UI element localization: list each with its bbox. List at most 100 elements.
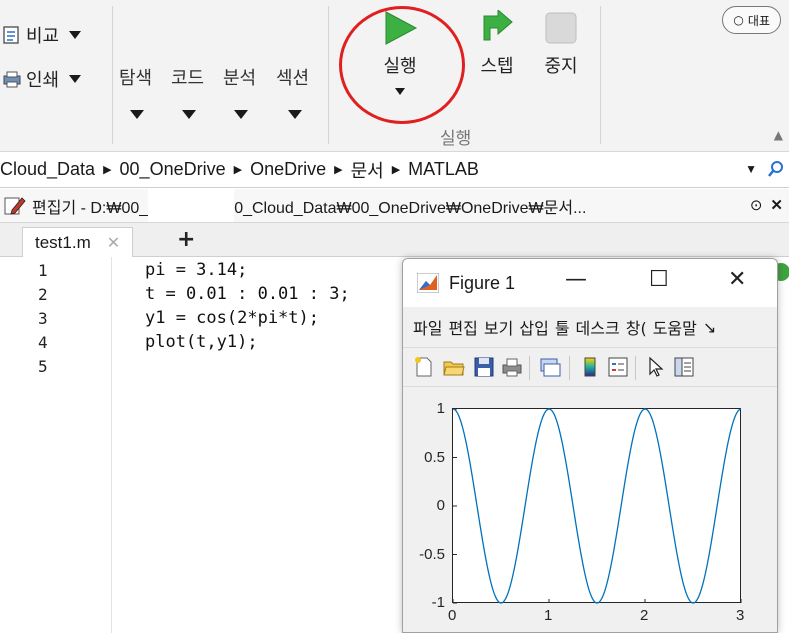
representative-toggle[interactable]: ○ 대표	[722, 6, 781, 34]
figure-window[interactable]: Figure 1 — ☐ ✕ 파일 편집 보기 삽입 툴 데스크 창( 도움말 …	[402, 258, 778, 633]
y-tick-label: -0.5	[419, 545, 445, 563]
figure-title: Figure 1	[449, 272, 516, 293]
step-label: 스텝	[480, 56, 514, 77]
code-line[interactable]: y1 = cos(2*pi*t);	[145, 308, 319, 328]
path-arrow-icon: ▶	[334, 164, 343, 176]
figure-titlebar[interactable]: Figure 1 — ☐ ✕	[403, 259, 777, 307]
new-figure-icon[interactable]	[413, 356, 435, 378]
x-tick-label: 2	[640, 607, 649, 624]
radio-icon: ○	[733, 13, 744, 27]
line-number: 2	[38, 285, 48, 304]
line-number: 4	[38, 333, 48, 352]
menu-help[interactable]: 도움말	[653, 315, 697, 339]
tab-label: test1.m	[35, 232, 91, 252]
code-button[interactable]: 코드	[171, 64, 204, 90]
print-label: 인쇄	[26, 70, 60, 91]
path-segment[interactable]: 문서	[351, 157, 384, 183]
representative-label: 대표	[747, 13, 770, 28]
path-dropdown-icon[interactable]: ▼	[745, 162, 757, 176]
search-icon[interactable]	[767, 160, 785, 178]
figure-toolbar	[403, 347, 777, 387]
section-button[interactable]: 섹션	[276, 64, 309, 90]
menu-insert[interactable]: 삽입	[519, 315, 548, 339]
menu-tools[interactable]: 툴	[555, 315, 570, 339]
ribbon-divider	[112, 6, 113, 144]
stop-label: 중지	[544, 56, 578, 77]
line-number-gutter: 1 2 3 4 5	[0, 257, 112, 633]
run-highlight-annotation	[339, 6, 465, 124]
collapse-ribbon-icon[interactable]: ▲	[774, 128, 783, 142]
colorbar-icon[interactable]	[579, 356, 601, 378]
minimize-icon[interactable]: —	[565, 267, 587, 292]
editor-tabbar: test1.m ✕ +	[0, 223, 789, 257]
stop-icon	[545, 12, 577, 44]
x-tick-label: 3	[736, 607, 745, 624]
step-button[interactable]: 스텝	[473, 10, 521, 78]
path-segment[interactable]: Cloud_Data	[0, 159, 95, 180]
line-number: 3	[38, 309, 48, 328]
compare-dropdown-icon[interactable]	[69, 31, 82, 39]
editor-close-icon[interactable]: ✕	[770, 196, 783, 214]
x-tick-label: 0	[448, 607, 457, 624]
code-line[interactable]: t = 0.01 : 0.01 : 3;	[145, 284, 350, 304]
analyze-button[interactable]: 분석	[223, 64, 256, 90]
y-tick-label: 0	[436, 497, 445, 514]
path-arrow-icon: ▶	[233, 164, 243, 176]
maximize-icon[interactable]: ☐	[649, 267, 669, 292]
current-folder-bar: Cloud_Data ▶ 00_OneDrive ▶ OneDrive ▶ 문서…	[0, 152, 789, 188]
path-arrow-icon: ▶	[391, 164, 401, 176]
ribbon-divider	[328, 6, 329, 144]
toolbar-separator	[529, 356, 530, 380]
figure-menubar: 파일 편집 보기 삽입 툴 데스크 창( 도움말 ↘	[403, 307, 777, 347]
code-line[interactable]: plot(t,y1);	[145, 332, 258, 352]
tab-close-icon[interactable]: ✕	[107, 233, 120, 253]
analyze-dropdown-icon[interactable]	[234, 110, 248, 119]
pointer-icon[interactable]	[645, 356, 667, 378]
toolbar-separator	[569, 356, 570, 380]
close-icon[interactable]: ✕	[728, 267, 746, 292]
compare-label: 비교	[26, 26, 60, 47]
tab-test1[interactable]: test1.m ✕	[22, 227, 134, 257]
stop-button[interactable]: 중지	[538, 10, 584, 78]
compare-button[interactable]: 비교	[2, 22, 82, 48]
print-figure-icon[interactable]	[501, 356, 523, 378]
path-arrow-icon: ▶	[103, 164, 112, 176]
add-tab-icon[interactable]: +	[177, 227, 195, 252]
property-editor-icon[interactable]	[673, 356, 695, 378]
menu-desktop[interactable]: 데스크	[576, 315, 620, 339]
line-number: 5	[38, 357, 48, 376]
section-dropdown-icon[interactable]	[288, 110, 302, 119]
legend-icon[interactable]	[607, 356, 629, 378]
step-icon	[483, 10, 513, 41]
menu-file[interactable]: 파일	[413, 315, 442, 339]
menu-overflow-icon[interactable]: ↘	[703, 318, 716, 337]
ribbon-divider	[600, 6, 601, 144]
menu-view[interactable]: 보기	[484, 315, 513, 339]
open-file-icon[interactable]	[443, 356, 465, 378]
path-segment[interactable]: OneDrive	[250, 159, 326, 180]
y-tick-label: 0.5	[424, 448, 445, 466]
path-segment[interactable]: 00_OneDrive	[120, 159, 226, 180]
link-plot-icon[interactable]	[539, 356, 561, 378]
navigate-dropdown-icon[interactable]	[130, 110, 144, 119]
print-button[interactable]: 인쇄	[2, 66, 82, 92]
code-line[interactable]: pi = 3.14;	[145, 260, 247, 280]
navigate-button[interactable]: 탐색	[119, 64, 152, 90]
editor-titlebar: 편집기 - D:₩00_ 0_Cloud_Data₩00_OneDrive₩On…	[0, 189, 789, 223]
y-tick-label: -1	[431, 594, 445, 611]
editor-title-path: 0_Cloud_Data₩00_OneDrive₩OneDrive₩문서...	[234, 199, 587, 217]
print-dropdown-icon[interactable]	[69, 75, 82, 83]
y-tick-label: 1	[436, 400, 445, 417]
figure-canvas[interactable]: 0 1 2 3 1 0.5 0 -0.5 -1	[403, 388, 777, 632]
x-tick-label: 1	[544, 607, 553, 624]
menu-edit[interactable]: 편집	[448, 315, 477, 339]
save-icon[interactable]	[473, 356, 495, 378]
menu-window[interactable]: 창(	[626, 315, 647, 339]
editor-options-icon[interactable]: ⊙	[750, 196, 763, 214]
path-segment[interactable]: MATLAB	[408, 159, 479, 180]
toolbar-separator	[635, 356, 636, 380]
compare-icon	[3, 26, 19, 44]
line-number: 1	[38, 261, 48, 280]
code-dropdown-icon[interactable]	[182, 110, 196, 119]
editor-title-occluded	[148, 189, 235, 222]
